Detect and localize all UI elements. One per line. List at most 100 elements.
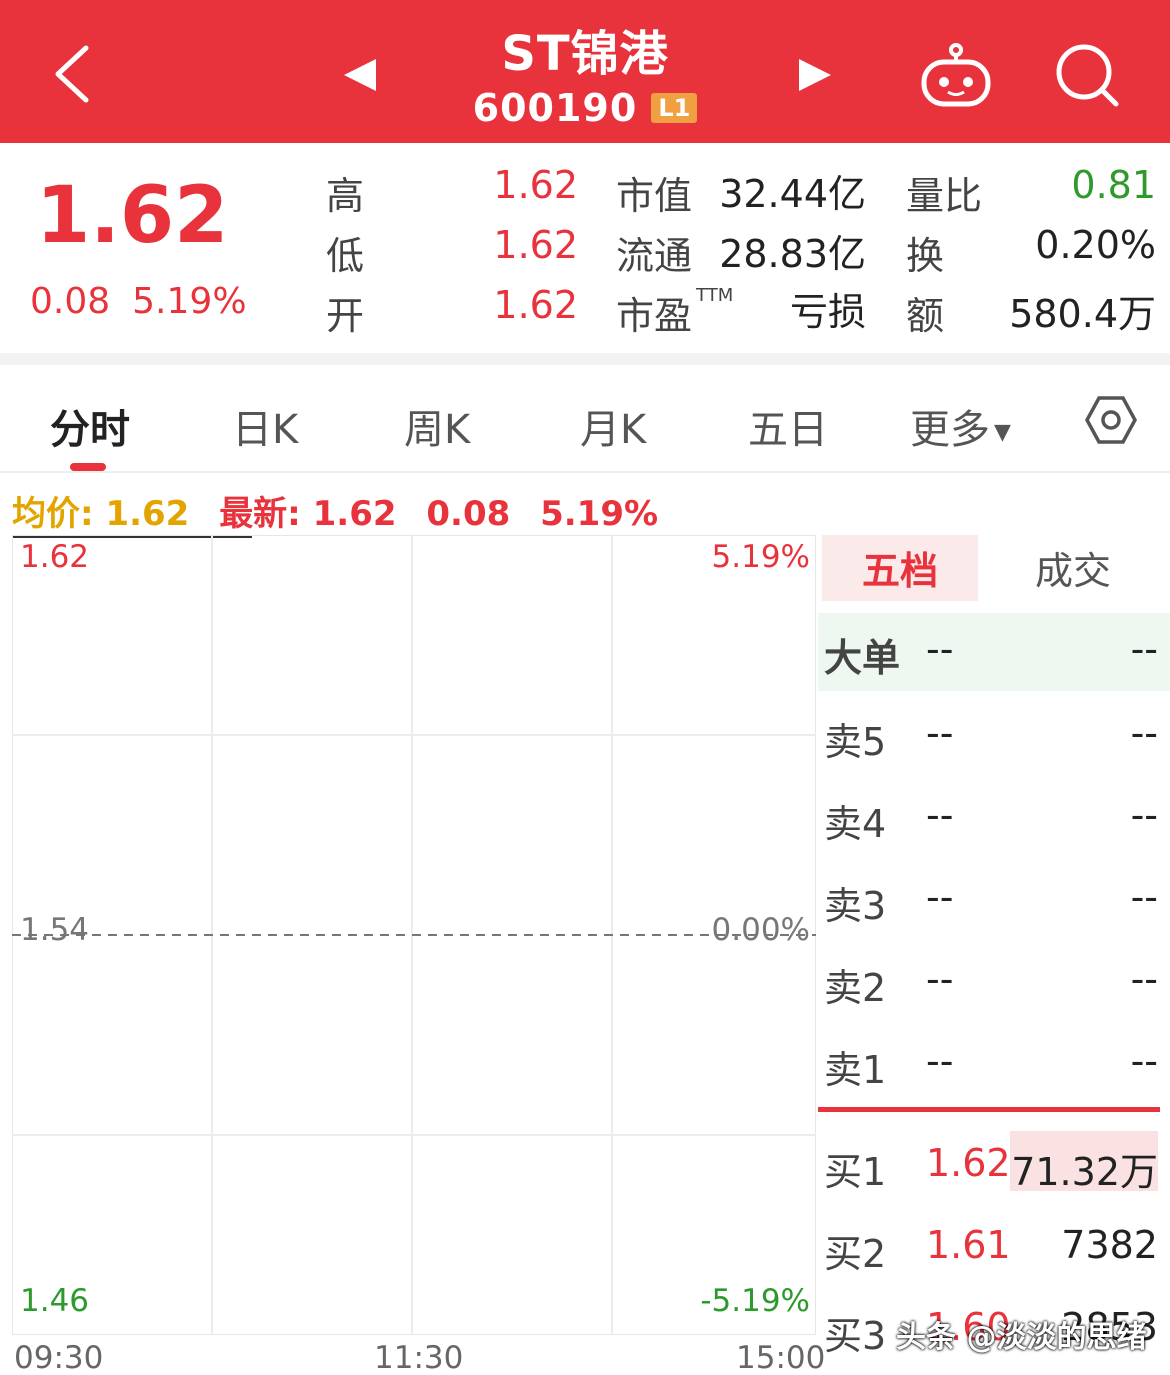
float-cap-label: 流通 (616, 234, 693, 278)
y-label-low: 1.46 (20, 1283, 90, 1319)
sell-volume: -- (1130, 793, 1158, 837)
tab-weekly-k[interactable]: 周K (404, 397, 470, 455)
y-pct-high: 5.19% (711, 539, 810, 575)
pe-value: 亏损 (789, 290, 866, 334)
active-tab-indicator (70, 463, 106, 471)
tab-daily-k[interactable]: 日K (232, 397, 298, 455)
sell-label: 卖4 (824, 802, 887, 846)
sell-row: 卖3 -- -- (818, 865, 1170, 935)
sell-price: -- (926, 711, 954, 755)
sell-label: 卖3 (824, 884, 887, 928)
sell-label: 卖5 (824, 720, 887, 764)
avg-price-label: 均价: (12, 494, 94, 534)
price-info-line: 均价: 1.62 最新: 1.62 0.08 5.19% (12, 486, 658, 535)
sell-row: 卖2 -- -- (818, 947, 1170, 1017)
latest-change-percent: 5.19% (540, 494, 659, 534)
high-label: 高 (326, 174, 365, 218)
market-cap-label: 市值 (616, 174, 693, 218)
sell-volume: -- (1130, 711, 1158, 755)
current-price: 1.62 (36, 171, 229, 261)
dropdown-triangle-icon: ▼ (994, 419, 1011, 445)
x-label-close: 15:00 (736, 1340, 826, 1375)
sell-price: -- (926, 1039, 954, 1083)
tab-monthly-k[interactable]: 月K (580, 397, 646, 455)
sell-row: 卖1 -- -- (818, 1029, 1170, 1099)
tab-five-levels[interactable]: 五档 (822, 535, 978, 601)
bid-ask-separator (818, 1107, 1160, 1112)
change-amount: 0.08 (30, 281, 111, 322)
tab-intraday[interactable]: 分时 (50, 397, 130, 455)
search-icon[interactable] (1052, 42, 1122, 108)
amount-value: 580.4万 (1009, 292, 1156, 336)
sell-volume: -- (1130, 957, 1158, 1001)
big-order-price: -- (926, 627, 954, 671)
low-value: 1.62 (493, 223, 578, 267)
stock-name: ST锦港 (501, 26, 669, 82)
pe-ttm-suffix: TTM (696, 285, 734, 306)
sell-row: 卖5 -- -- (818, 701, 1170, 771)
sell-label: 卖2 (824, 966, 887, 1010)
previous-stock-icon[interactable] (340, 55, 380, 95)
latest-price-value: 1.62 (312, 494, 397, 534)
buy-price: 1.62 (926, 1141, 1011, 1185)
open-label: 开 (326, 294, 365, 338)
sell-volume: -- (1130, 1039, 1158, 1083)
avg-price-value: 1.62 (105, 494, 190, 534)
tab-trades[interactable]: 成交 (988, 535, 1158, 601)
high-value: 1.62 (493, 163, 578, 207)
y-label-high: 1.62 (20, 539, 90, 575)
section-divider (0, 353, 1170, 365)
change-percent: 5.19% (132, 281, 247, 322)
y-pct-mid: 0.00% (711, 912, 810, 948)
market-cap-value: 32.44亿 (719, 172, 866, 216)
buy-label: 买1 (824, 1150, 887, 1194)
volume-ratio-value: 0.81 (1071, 163, 1156, 207)
big-order-volume: -- (1130, 627, 1158, 671)
level-badge: L1 (651, 93, 698, 123)
float-cap-value: 28.83亿 (719, 232, 866, 276)
buy-price: 1.61 (926, 1223, 1011, 1267)
chart-grid (12, 535, 816, 1335)
sell-label: 卖1 (824, 1048, 887, 1092)
buy-label: 买3 (824, 1314, 887, 1358)
sell-price: -- (926, 957, 954, 1001)
buy-row: 买2 1.61 7382 (818, 1213, 1170, 1283)
big-order-label: 大单 (824, 636, 901, 680)
sell-row: 卖4 -- -- (818, 783, 1170, 853)
order-book: 五档 成交 大单 -- -- 卖5 -- -- 卖4 -- -- 卖3 -- -… (818, 535, 1170, 1375)
tab-more[interactable]: 更多 ▼ (910, 397, 1011, 455)
buy-row: 买1 1.62 71.32万 (818, 1131, 1170, 1201)
big-order-content: 大单 -- -- (818, 617, 1170, 687)
big-order-row: 大单 -- -- (818, 613, 1170, 691)
price-change: 0.08 5.19% (30, 281, 269, 322)
turnover-label: 换 (906, 234, 945, 278)
buy-volume: 71.32万 (1011, 1150, 1158, 1194)
x-label-open: 09:30 (14, 1340, 104, 1375)
latest-change: 0.08 (426, 494, 511, 534)
stock-code-row: 600190 L1 (435, 86, 735, 130)
quote-panel: 1.62 0.08 5.19% 高 1.62 低 1.62 开 1.62 市值 3… (0, 143, 1170, 353)
turnover-value: 0.20% (1035, 223, 1156, 267)
robot-assistant-icon[interactable] (918, 42, 994, 108)
next-stock-icon[interactable] (795, 55, 835, 95)
amount-label: 额 (906, 294, 945, 338)
app-header: ST锦港 600190 L1 (0, 0, 1170, 143)
latest-price-label: 最新: (219, 494, 301, 534)
buy-volume: 7382 (1061, 1223, 1158, 1267)
y-label-mid: 1.54 (20, 912, 90, 948)
intraday-chart[interactable]: 1.62 1.54 1.46 5.19% 0.00% -5.19% (12, 535, 816, 1335)
low-label: 低 (326, 234, 365, 278)
x-label-mid: 11:30 (374, 1340, 464, 1375)
settings-icon[interactable] (1084, 393, 1138, 447)
stock-code: 600190 (472, 86, 638, 130)
volume-ratio-label: 量比 (906, 174, 983, 218)
pe-label: 市盈 TTM (616, 285, 734, 338)
sell-price: -- (926, 793, 954, 837)
back-arrow-icon[interactable] (48, 42, 98, 106)
watermark: 头条 @淡淡的思绪 (896, 1320, 1147, 1355)
sell-price: -- (926, 875, 954, 919)
y-pct-low: -5.19% (700, 1283, 810, 1319)
chart-tabs: 分时 日K 周K 月K 五日 更多 ▼ (0, 365, 1170, 473)
tab-five-day[interactable]: 五日 (748, 397, 828, 455)
sell-volume: -- (1130, 875, 1158, 919)
